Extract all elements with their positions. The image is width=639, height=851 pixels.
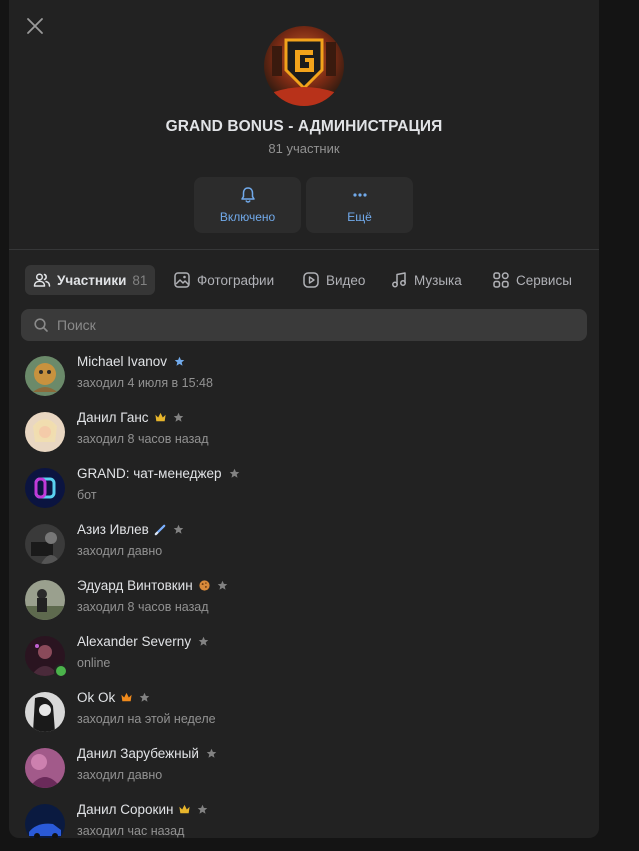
member-name-row: Michael Ivanov	[77, 354, 185, 369]
avatar	[25, 524, 65, 564]
photo-icon	[174, 272, 190, 288]
avatar	[25, 468, 65, 508]
users-icon	[33, 273, 51, 287]
search-input[interactable]	[57, 317, 557, 333]
tab-video-label: Видео	[326, 272, 366, 288]
tab-members-count: 81	[132, 272, 148, 288]
member-name: Данил Зарубежный	[77, 746, 199, 761]
member-name-row: Данил Зарубежный	[77, 746, 217, 761]
avatar	[25, 692, 65, 732]
member-status: заходил 8 часов назад	[77, 432, 209, 446]
tab-music[interactable]: Музыка	[390, 265, 462, 295]
member-name-row: GRAND: чат-менеджер	[77, 466, 240, 481]
music-icon	[392, 272, 406, 288]
search-bar[interactable]	[21, 309, 587, 341]
member-name-row: Эдуард Винтовкин	[77, 578, 228, 593]
member-status: заходил 8 часов назад	[77, 600, 209, 614]
member-item[interactable]: Ok Ok заходил на этой неделе	[25, 688, 585, 740]
member-name-row: Ok Ok	[77, 690, 150, 705]
star-icon	[198, 804, 208, 814]
member-item[interactable]: Данил Сорокин заходил час назад	[25, 800, 585, 838]
avatar	[25, 580, 65, 620]
avatar	[25, 412, 65, 452]
member-name: Alexander Severny	[77, 634, 192, 649]
star-icon	[198, 636, 209, 646]
tab-photos-label: Фотографии	[197, 272, 275, 288]
member-name-row: Данил Сорокин	[77, 802, 208, 817]
more-dots-icon	[353, 193, 367, 197]
notifications-label: Включено	[219, 210, 276, 224]
member-status: заходил на этой неделе	[77, 712, 216, 726]
avatar	[25, 804, 65, 838]
member-item[interactable]: Азиз Ивлев заходил давно	[25, 520, 585, 572]
member-name: Michael Ivanov	[77, 354, 168, 369]
search-icon	[34, 318, 48, 332]
orange-crown-icon	[121, 692, 132, 702]
member-status: заходил 4 июля в 15:48	[77, 376, 213, 390]
community-title: GRAND BONUS - АДМИНИСТРАЦИЯ	[165, 118, 443, 135]
crown-icon	[154, 412, 166, 422]
star-icon	[173, 412, 183, 422]
tab-services-label: Сервисы	[516, 272, 572, 288]
member-status: заходил давно	[77, 544, 163, 558]
online-indicator	[54, 664, 68, 678]
member-status: бот	[77, 488, 97, 502]
member-name: Ok Ok	[77, 690, 116, 705]
notifications-button[interactable]: Включено	[194, 177, 301, 233]
member-item[interactable]: GRAND: чат-менеджер бот	[25, 464, 585, 516]
divider	[9, 249, 599, 250]
star-icon	[173, 524, 184, 534]
background-edge	[599, 0, 639, 851]
member-item[interactable]: Данил Зарубежный заходил давно	[25, 744, 585, 796]
star-icon	[217, 580, 227, 590]
video-icon	[303, 272, 319, 288]
member-name-row: Азиз Ивлев	[77, 522, 184, 537]
cookie-icon	[199, 580, 210, 591]
crown-icon	[179, 804, 191, 814]
member-item[interactable]: Эдуард Винтовкин заходил 8 часов назад	[25, 576, 585, 628]
blue-star-icon	[174, 356, 185, 366]
more-label: Ещё	[347, 210, 372, 224]
members-count: 81 участник	[268, 141, 340, 156]
close-button[interactable]	[23, 14, 47, 38]
member-status: заходил час назад	[77, 824, 185, 838]
tab-music-label: Музыка	[414, 272, 462, 288]
member-item[interactable]: Данил Ганс заходил 8 часов назад	[25, 408, 585, 460]
member-name-row: Alexander Severny	[77, 634, 209, 649]
services-icon	[493, 272, 509, 288]
avatar	[25, 356, 65, 396]
member-item[interactable]: Alexander Severny online	[25, 632, 585, 684]
bell-icon	[241, 187, 255, 203]
pen-icon	[154, 524, 166, 536]
member-status: заходил давно	[77, 768, 163, 782]
community-members-panel: GRAND BONUS - АДМИНИСТРАЦИЯ 81 участник …	[9, 0, 599, 838]
star-icon	[139, 692, 150, 702]
member-status: online	[77, 656, 111, 670]
member-name-row: Данил Ганс	[77, 410, 184, 425]
tab-photos[interactable]: Фотографии	[173, 265, 274, 295]
member-name: Данил Сорокин	[77, 802, 174, 817]
tab-video[interactable]: Видео	[302, 265, 365, 295]
member-name: GRAND: чат-менеджер	[77, 466, 222, 481]
member-item[interactable]: Michael Ivanov заходил 4 июля в 15:48	[25, 352, 585, 404]
tab-members-label: Участники	[57, 272, 127, 288]
tab-services[interactable]: Сервисы	[492, 265, 572, 295]
tab-members[interactable]: Участники 81	[25, 265, 156, 295]
more-button[interactable]: Ещё	[306, 177, 413, 233]
community-avatar	[264, 26, 344, 106]
avatar	[25, 748, 65, 788]
close-icon	[27, 18, 43, 34]
star-icon	[206, 748, 217, 758]
star-icon	[229, 468, 239, 478]
member-name: Эдуард Винтовкин	[77, 578, 193, 593]
member-name: Азиз Ивлев	[77, 522, 149, 537]
member-name: Данил Ганс	[77, 410, 149, 425]
section-tabs: Участники 81 Фотографии Видео Музыка Сер…	[25, 265, 599, 295]
